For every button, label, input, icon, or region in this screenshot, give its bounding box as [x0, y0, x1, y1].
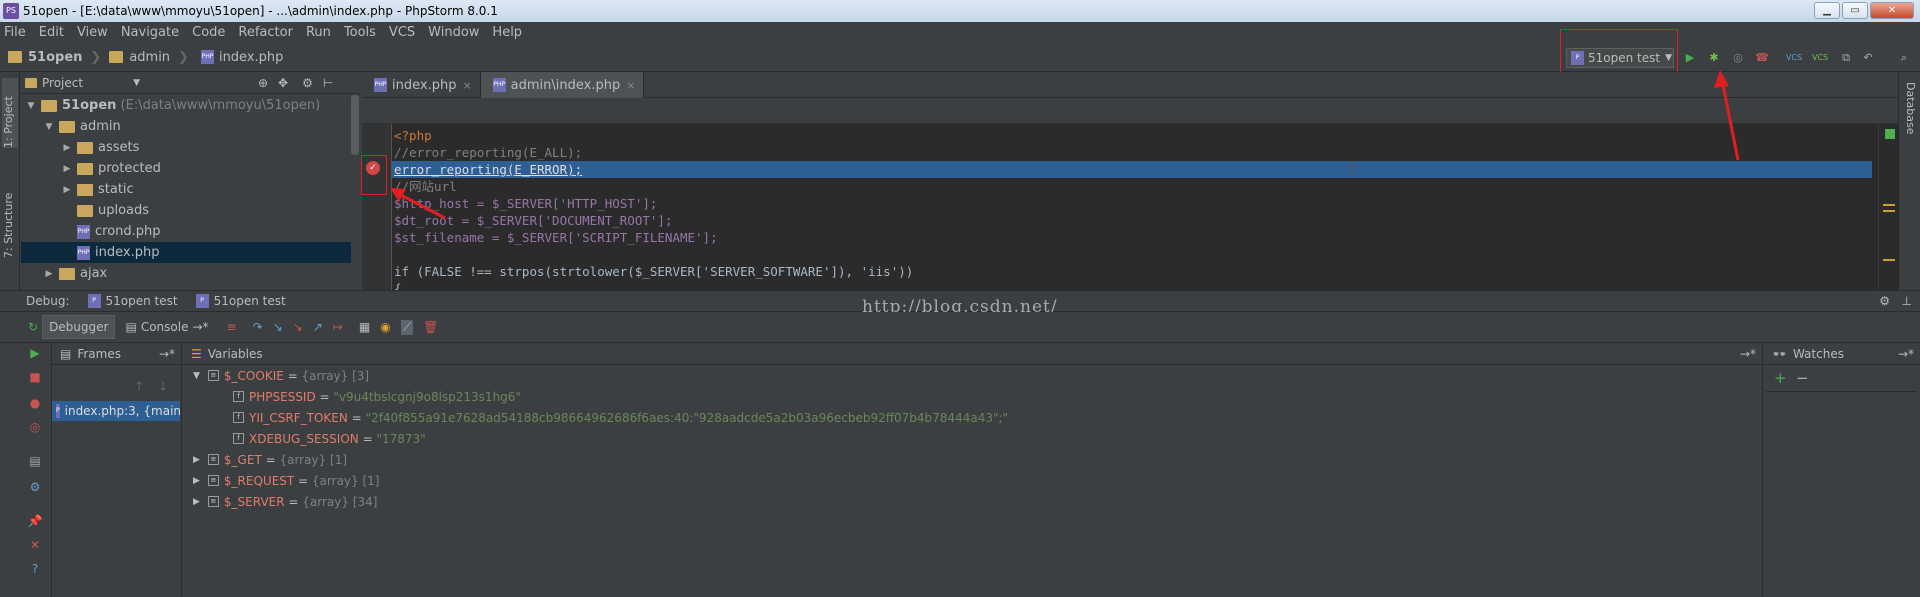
php-file-icon: P: [56, 404, 60, 418]
watches-header: 👓 Watches →*: [1764, 343, 1920, 365]
variable-row[interactable]: ▶ ≡ $_GET = {array} [1]: [193, 449, 347, 470]
step-out-icon[interactable]: ↗: [313, 320, 323, 334]
gear-icon[interactable]: ⚙: [1879, 294, 1890, 308]
run-to-cursor-icon[interactable]: ↦: [333, 320, 343, 334]
variable-row[interactable]: f XDEBUG_SESSION = "17873": [233, 428, 426, 449]
field-icon: f: [233, 391, 244, 402]
step-into-icon[interactable]: ↘: [273, 320, 283, 334]
pin-icon[interactable]: 📌: [27, 513, 43, 529]
rerun-icon[interactable]: ↻: [28, 320, 38, 334]
clear-icon[interactable]: 🗑: [423, 320, 438, 334]
array-icon: ≡: [207, 496, 219, 507]
frames-header: ▤ Frames →*: [52, 343, 181, 365]
array-icon: ≡: [207, 475, 219, 486]
array-icon: ≡: [207, 370, 219, 381]
hide-icon[interactable]: →*: [159, 347, 175, 361]
view-breakpoints-icon[interactable]: ●: [27, 395, 43, 411]
add-watch-icon[interactable]: +: [1774, 369, 1787, 387]
layout-icon[interactable]: ▤: [27, 453, 43, 469]
hide-icon[interactable]: →*: [1898, 347, 1914, 361]
collapse-arrow-icon[interactable]: ▶: [193, 476, 200, 486]
help-icon[interactable]: ?: [27, 561, 43, 577]
console-icon: ▤: [125, 320, 137, 334]
variables-panel: ☰ Variables →* ▼ ≡ $_COOKIE = {array} [3]…: [183, 343, 1763, 597]
tab-console[interactable]: ▤ Console →*: [119, 315, 214, 339]
frame-item[interactable]: Pindex.php:3, {main}: [52, 401, 180, 421]
field-icon: f: [233, 412, 244, 423]
variable-row[interactable]: ▶ ≡ $_REQUEST = {array} [1]: [193, 470, 379, 491]
debug-session-tab[interactable]: P 51open test: [84, 294, 178, 308]
hide-icon[interactable]: ⊥: [1902, 294, 1912, 308]
variables-icon: ☰: [191, 346, 202, 361]
collapse-arrow-icon[interactable]: ▶: [193, 455, 200, 465]
show-execution-point-icon[interactable]: ≡: [227, 320, 237, 334]
collapse-arrow-icon[interactable]: ▶: [193, 497, 200, 507]
tab-debugger[interactable]: Debugger: [42, 315, 116, 339]
mute-breakpoints-icon[interactable]: ◎: [27, 419, 43, 435]
variables-header: ☰ Variables →*: [183, 343, 1762, 365]
watches-panel: 👓 Watches →* + −: [1764, 343, 1920, 597]
toggle-icon[interactable]: ⟋: [400, 319, 414, 335]
force-step-into-icon[interactable]: ↘: [293, 320, 303, 334]
variable-row[interactable]: f PHPSESSID = "v9u4tbslcgnj9o8lsp213s1hg…: [233, 386, 521, 407]
field-icon: f: [233, 433, 244, 444]
debug-toolbar: ↻ Debugger ▤ Console →* ≡ ↷ ↘ ↘ ↗ ↦ ▦ ◉ ⟋ …: [0, 312, 1920, 343]
watches-list[interactable]: [1766, 391, 1916, 591]
stop-icon[interactable]: ■: [27, 369, 43, 385]
watches-icon: 👓: [1772, 346, 1787, 361]
php-file-icon: P: [195, 294, 209, 308]
variable-row[interactable]: ▶ ≡ $_SERVER = {array} [34]: [193, 491, 377, 512]
hide-icon[interactable]: →*: [1740, 347, 1756, 361]
php-file-icon: P: [87, 294, 101, 308]
debug-side-toolbar: ▶ ■ ● ◎ ▤ ⚙ 📌 ✕ ?: [0, 343, 52, 597]
remove-watch-icon[interactable]: −: [1796, 369, 1809, 387]
frames-icon: ▤: [60, 346, 72, 361]
settings-icon[interactable]: ⚙: [27, 479, 43, 495]
variable-row[interactable]: f YII_CSRF_TOKEN = "2f40f855a91e7628ad54…: [233, 407, 1008, 428]
arrow-up-icon[interactable]: 🡑: [136, 377, 142, 398]
frames-panel: ▤ Frames →* 🡑 🡓 Pindex.php:3, {main}: [52, 343, 182, 597]
expand-arrow-icon[interactable]: ▼: [193, 371, 200, 381]
step-over-icon[interactable]: ↷: [253, 320, 263, 334]
watch-icon[interactable]: ◉: [380, 320, 390, 334]
arrow-down-icon[interactable]: 🡓: [160, 377, 166, 398]
variable-row[interactable]: ▼ ≡ $_COOKIE = {array} [3]: [193, 365, 369, 386]
array-icon: ≡: [207, 454, 219, 465]
debug-session-tab[interactable]: P 51open test: [192, 294, 286, 308]
resume-icon[interactable]: ▶: [27, 345, 43, 361]
evaluate-icon[interactable]: ▦: [359, 320, 370, 334]
close-icon[interactable]: ✕: [27, 537, 43, 553]
